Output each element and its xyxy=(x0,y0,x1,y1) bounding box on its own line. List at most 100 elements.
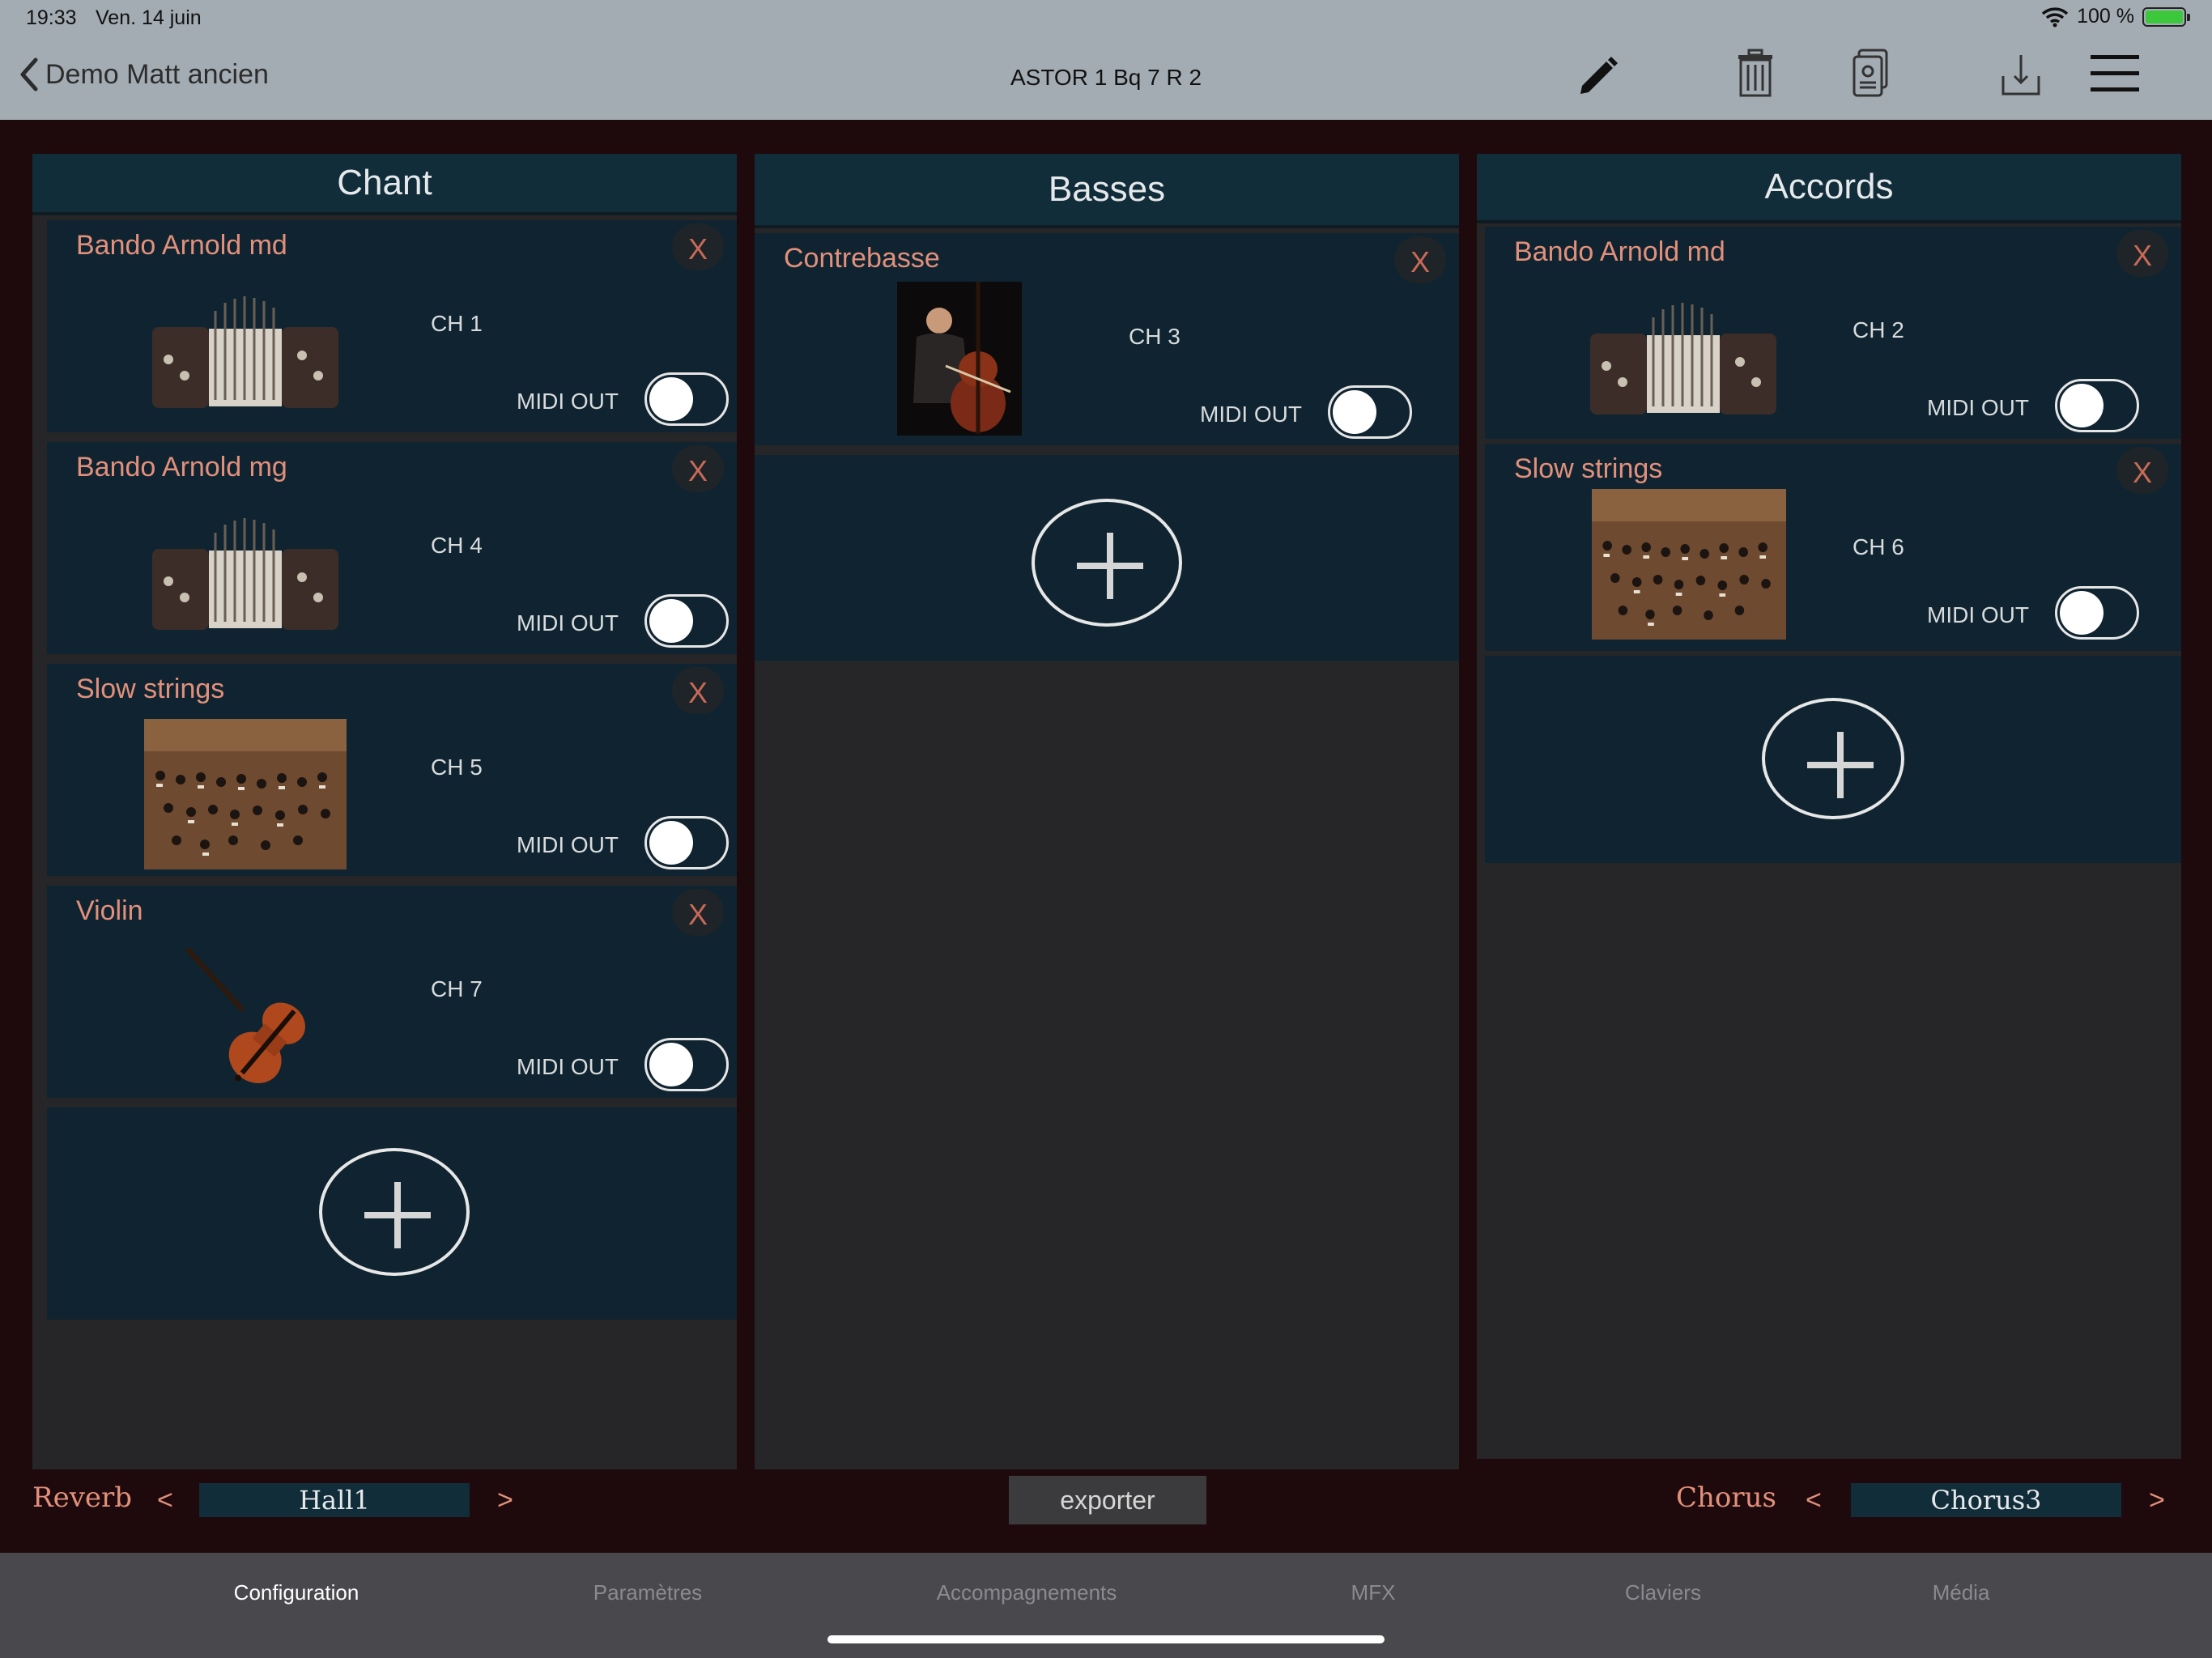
instrument-name: Slow strings xyxy=(1514,453,1663,484)
instrument-name: Contrebasse xyxy=(784,243,940,274)
remove-button[interactable]: X xyxy=(672,667,724,714)
column-basses: Basses Contrebasse X CH 3 MIDI OUT xyxy=(755,154,1459,1469)
midi-out-toggle[interactable] xyxy=(644,594,729,648)
bandoneon-image xyxy=(1582,285,1784,431)
status-indicators: 100 % xyxy=(2041,5,2190,28)
hamburger-menu-icon xyxy=(2091,55,2139,91)
remove-button[interactable]: X xyxy=(1394,236,1446,283)
channel-label: CH 4 xyxy=(431,533,483,558)
orchestra-image xyxy=(1592,489,1786,640)
toggle-knob xyxy=(1333,390,1376,434)
chorus-next-button[interactable]: > xyxy=(2149,1485,2165,1516)
wifi-icon xyxy=(2041,6,2069,27)
channel-label: CH 2 xyxy=(1853,317,1904,342)
back-label: Demo Matt ancien xyxy=(45,58,269,90)
remove-button[interactable]: X xyxy=(2116,447,2168,494)
duplicate-button[interactable] xyxy=(1848,47,1896,99)
chorus-prev-button[interactable]: < xyxy=(1806,1485,1822,1516)
back-button[interactable]: Demo Matt ancien xyxy=(18,57,269,92)
remove-button[interactable]: X xyxy=(2116,230,2168,277)
reverb-prev-button[interactable]: < xyxy=(157,1485,173,1516)
reverb-label: Reverb xyxy=(32,1482,133,1514)
channel-label: CH 7 xyxy=(431,976,483,1001)
channel-label: CH 1 xyxy=(431,311,483,336)
tab-media[interactable]: Média xyxy=(1933,1580,1990,1605)
status-time: 19:33 xyxy=(26,6,77,29)
chorus-label: Chorus xyxy=(1676,1482,1776,1514)
bandoneon-image xyxy=(144,500,347,646)
add-instrument-button[interactable] xyxy=(319,1148,470,1276)
instrument-name: Slow strings xyxy=(76,674,225,704)
toggle-knob xyxy=(649,1043,693,1086)
download-icon xyxy=(2001,55,2040,96)
column-title: Basses xyxy=(755,154,1459,228)
export-button[interactable]: exporter xyxy=(1009,1476,1206,1524)
toggle-knob xyxy=(649,599,693,643)
midi-out-label: MIDI OUT xyxy=(1200,402,1302,427)
add-instrument-panel xyxy=(1485,656,2181,863)
status-date: Ven. 14 juin xyxy=(96,6,202,29)
instrument-card: Slow strings X CH xyxy=(47,664,737,876)
instrument-name: Violin xyxy=(76,895,143,926)
midi-out-toggle[interactable] xyxy=(644,816,729,869)
add-instrument-panel xyxy=(755,455,1459,661)
midi-out-label: MIDI OUT xyxy=(1927,602,2029,627)
instrument-card: Contrebasse X CH 3 MIDI OUT xyxy=(755,233,1459,445)
add-instrument-button[interactable] xyxy=(1762,698,1904,819)
midi-out-toggle[interactable] xyxy=(2055,379,2139,432)
top-bar: 19:33 Ven. 14 juin 100 % Demo Matt ancie… xyxy=(0,0,2212,120)
add-instrument-panel xyxy=(47,1107,737,1320)
column-accords: Accords Bando Arnold md X CH 2 MIDI OUT xyxy=(1477,154,2181,1459)
midi-out-label: MIDI OUT xyxy=(517,1054,619,1079)
instrument-card: Bando Arnold md X CH 2 MIDI OUT xyxy=(1485,227,2181,439)
tab-claviers[interactable]: Claviers xyxy=(1625,1580,1701,1605)
instrument-card: Violin X CH 7 MIDI OUT xyxy=(47,886,737,1098)
toggle-knob xyxy=(2060,384,2104,427)
instrument-card: Slow strings X CH xyxy=(1485,444,2181,651)
channel-label: CH 3 xyxy=(1129,324,1180,349)
column-title: Chant xyxy=(32,154,737,215)
chorus-preset-selector[interactable]: Chorus3 xyxy=(1851,1483,2121,1517)
menu-button[interactable] xyxy=(2091,47,2139,99)
midi-out-label: MIDI OUT xyxy=(517,389,619,414)
tab-accompagnements[interactable]: Accompagnements xyxy=(937,1580,1117,1605)
chevron-left-icon xyxy=(20,57,38,91)
download-button[interactable] xyxy=(1997,47,2045,99)
pencil-icon xyxy=(1580,57,1618,94)
bandoneon-image xyxy=(144,278,347,424)
midi-out-toggle[interactable] xyxy=(1328,385,1412,439)
midi-out-toggle[interactable] xyxy=(2055,586,2139,640)
instrument-name: Bando Arnold md xyxy=(76,230,287,261)
instrument-card: Bando Arnold mg X CH 4 MIDI OUT xyxy=(47,442,737,654)
column-chant: Chant Bando Arnold md X CH 1 MIDI OUT Ba… xyxy=(32,154,737,1469)
remove-button[interactable]: X xyxy=(672,889,724,936)
channel-label: CH 6 xyxy=(1853,534,1904,559)
double-bass-image xyxy=(897,282,1022,436)
battery-icon xyxy=(2142,6,2190,27)
delete-button[interactable] xyxy=(1731,47,1780,99)
midi-out-label: MIDI OUT xyxy=(517,832,619,857)
reverb-next-button[interactable]: > xyxy=(497,1485,513,1516)
duplicate-document-icon xyxy=(1853,49,1888,97)
column-title: Accords xyxy=(1477,154,2181,223)
toggle-knob xyxy=(649,821,693,865)
edit-button[interactable] xyxy=(1571,47,1619,99)
toggle-knob xyxy=(649,377,693,421)
trash-icon xyxy=(1738,49,1772,97)
remove-button[interactable]: X xyxy=(672,445,724,492)
toggle-knob xyxy=(2060,591,2104,635)
tab-parametres[interactable]: Paramètres xyxy=(593,1580,702,1605)
midi-out-toggle[interactable] xyxy=(644,1038,729,1091)
midi-out-label: MIDI OUT xyxy=(517,610,619,636)
remove-button[interactable]: X xyxy=(672,223,724,270)
midi-out-label: MIDI OUT xyxy=(1927,395,2029,420)
tab-mfx[interactable]: MFX xyxy=(1351,1580,1396,1605)
add-instrument-button[interactable] xyxy=(1032,499,1182,627)
battery-percent: 100 % xyxy=(2077,5,2134,28)
tab-configuration[interactable]: Configuration xyxy=(234,1580,359,1605)
tab-bar: Configuration Paramètres Accompagnements… xyxy=(0,1553,2212,1658)
instrument-card: Bando Arnold md X CH 1 MIDI OUT xyxy=(47,220,737,432)
midi-out-toggle[interactable] xyxy=(644,372,729,426)
reverb-preset-selector[interactable]: Hall1 xyxy=(199,1483,470,1517)
home-indicator xyxy=(827,1635,1385,1643)
